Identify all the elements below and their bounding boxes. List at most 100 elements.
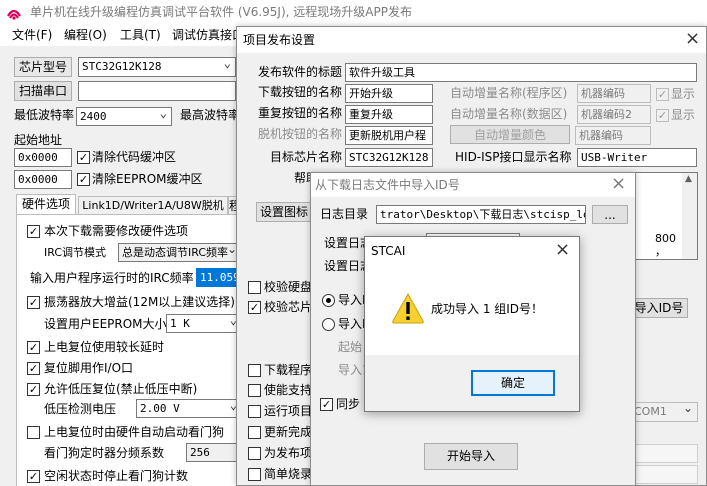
auto-color-button[interactable]: 自动增量颜色 [450, 125, 570, 144]
log-dir-input[interactable]: trator\Desktop\下载日志\stcisp_log [376, 205, 586, 224]
scan-port-button[interactable]: 扫描串口 [14, 81, 72, 101]
clear-code-checkbox[interactable]: ✓ [77, 151, 90, 164]
tab-hardware-options[interactable]: 硬件选项 [16, 194, 76, 214]
repeat-btn-name-input[interactable]: 重复升级 [345, 105, 433, 124]
verify-chip-checkbox[interactable]: ✓ [248, 301, 261, 314]
tab-offline[interactable]: Link1D/Writer1A/U8W脱机 [78, 196, 228, 214]
auto-color-input[interactable]: 机器编码 [575, 126, 651, 145]
power-delay-checkbox[interactable]: ✓ [27, 341, 40, 354]
msgbox-title: STCAI [371, 244, 406, 258]
target-chip-input[interactable]: STC32G12K128 [345, 148, 433, 167]
help-scrollbar[interactable] [682, 173, 697, 259]
start-label: 起始 [338, 340, 363, 354]
modify-hw-label: 本次下载需要修改硬件选项 [44, 224, 189, 238]
simple-burn-label: 简单烧录 [264, 467, 313, 481]
show2-label: 显示 [671, 108, 696, 122]
reset-io-label: 复位脚用作I/O口 [44, 361, 134, 375]
menu-tools[interactable]: 工具(T) [120, 26, 161, 44]
update-done-checkbox[interactable] [248, 426, 261, 439]
import-log-title-bar: 从下载日志文件中导入ID号 × [311, 173, 635, 197]
import-id-button[interactable]: 导入ID号 [630, 298, 688, 318]
wdt-div-label: 看门狗定时器分频系数 [44, 446, 165, 460]
hid-name-input[interactable]: USB-Writer [577, 148, 697, 167]
download-btn-name-input[interactable]: 开始升级 [345, 84, 433, 103]
auto-prog-input[interactable]: 机器编码 [577, 84, 651, 103]
clear-eeprom-checkbox[interactable]: ✓ [77, 173, 90, 186]
log-dir-label: 日志目录 [320, 207, 369, 221]
idle-wdt-checkbox[interactable]: ✓ [27, 470, 40, 483]
watchdog-checkbox[interactable] [27, 426, 40, 439]
start-addr-input-1[interactable]: 0x0000 [14, 148, 72, 167]
idle-wdt-label: 空闲状态时停止看门狗计数 [44, 469, 189, 483]
reset-io-checkbox[interactable]: ✓ [27, 362, 40, 375]
auto-data-input[interactable]: 机器编码2 [577, 105, 651, 124]
max-baud-label: 最高波特率 [180, 108, 241, 122]
show1-label: 显示 [671, 87, 696, 101]
set-icon-button[interactable]: 设置图标 [256, 202, 312, 222]
power-delay-label: 上电复位使用较长延时 [44, 340, 165, 354]
eeprom-size-select[interactable]: 1 K [166, 314, 242, 333]
verify-hw-label: 校验硬盘 [264, 280, 313, 294]
message-box: STCAI × 成功导入 1 组ID号！ 确定 [364, 236, 580, 412]
bottom-right-box-1 [630, 444, 698, 463]
wdt-div-select[interactable]: 256 [186, 443, 242, 462]
import-radio-2[interactable] [322, 318, 335, 331]
menu-program[interactable]: 编程(O) [64, 26, 107, 44]
port-select-disabled[interactable]: COM1 [630, 402, 698, 422]
lbl-hid: HID-ISP接口显示名称 [455, 150, 572, 164]
msgbox-message: 成功导入 1 组ID号！ [431, 302, 544, 316]
low-volt-checkbox[interactable]: ✓ [27, 383, 40, 396]
scroll-up-icon[interactable]: ▲ [685, 174, 692, 184]
watchdog-label: 上电复位时由硬件自动启动看门狗 [44, 425, 225, 439]
clear-eeprom-label: 清除EEPROM缓冲区 [92, 172, 203, 186]
menu-file[interactable]: 文件(F) [12, 26, 52, 44]
import-radio-1-label: 导入I [338, 293, 366, 307]
modify-hw-checkbox[interactable]: ✓ [27, 225, 40, 238]
low-volt-select[interactable]: 2.00 V [136, 399, 242, 418]
lbl-auto-data: 自动增量名称(数据区) [450, 107, 568, 121]
irc-freq-label: 输入用户程序运行时的IRC频率 [30, 271, 194, 285]
min-baud-select[interactable]: 2400 [76, 107, 172, 126]
sync-label: 同步 [336, 397, 361, 411]
low-volt-label: 允许低压复位(禁止低压中断) [44, 382, 198, 396]
port-select[interactable] [78, 81, 236, 101]
dl-prog-checkbox[interactable] [248, 364, 261, 377]
enable-checkbox[interactable] [248, 384, 261, 397]
start-addr-input-2[interactable]: 0x0000 [14, 170, 72, 189]
start-import-button[interactable]: 开始导入 [424, 443, 518, 470]
start-addr-label: 起始地址 [14, 133, 63, 147]
msgbox-ok-button[interactable]: 确定 [471, 370, 555, 396]
clear-code-label: 清除代码缓冲区 [92, 150, 177, 164]
low-volt-detect-label: 低压检测电压 [44, 402, 117, 416]
dl-prog-label: 下载程序 [264, 363, 313, 377]
publish-item-label: 为发布项 [264, 446, 313, 460]
lbl-title: 发布软件的标题 [258, 65, 343, 79]
sync-checkbox[interactable]: ✓ [320, 398, 333, 411]
publish-close-button[interactable]: × [685, 28, 700, 49]
run-prog-checkbox[interactable] [248, 405, 261, 418]
publish-item-checkbox[interactable] [248, 447, 261, 460]
import-log-close-button[interactable]: × [611, 173, 626, 194]
menu-debug[interactable]: 调试仿真接口 [172, 26, 244, 44]
offline-btn-name-input[interactable]: 更新脱机用户程 [345, 126, 433, 145]
osc-gain-checkbox[interactable]: ✓ [27, 296, 40, 309]
lbl-download-btn: 下载按钮的名称 [258, 85, 343, 99]
partial-comma: ， [655, 245, 666, 258]
chip-model-select[interactable]: STC32G12K128 [78, 57, 236, 77]
browse-button[interactable]: ... [592, 205, 628, 224]
import-radio-1[interactable] [322, 294, 335, 307]
software-title-input[interactable]: 软件升级工具 [345, 63, 697, 82]
verify-hw-checkbox[interactable] [248, 281, 261, 294]
simple-burn-checkbox[interactable] [248, 468, 261, 481]
lbl-repeat-btn: 重复按钮的名称 [258, 106, 343, 120]
publish-title: 项目发布设置 [243, 33, 316, 47]
app-logo-icon [6, 4, 22, 20]
verify-chip-label: 校验芯片 [264, 300, 313, 314]
show1-checkbox[interactable]: ✓ [656, 88, 669, 101]
lbl-target-chip: 目标芯片名称 [270, 150, 343, 164]
msgbox-close-button[interactable]: × [555, 239, 570, 260]
irc-mode-select[interactable]: 总是动态调节IRC频率 [118, 243, 242, 262]
enable-label: 使能支持 [264, 383, 313, 397]
main-window-title: 单片机在线升级编程仿真调试平台软件 (V6.95J), 远程现场升级APP发布 [30, 5, 412, 19]
show2-checkbox[interactable]: ✓ [656, 109, 669, 122]
